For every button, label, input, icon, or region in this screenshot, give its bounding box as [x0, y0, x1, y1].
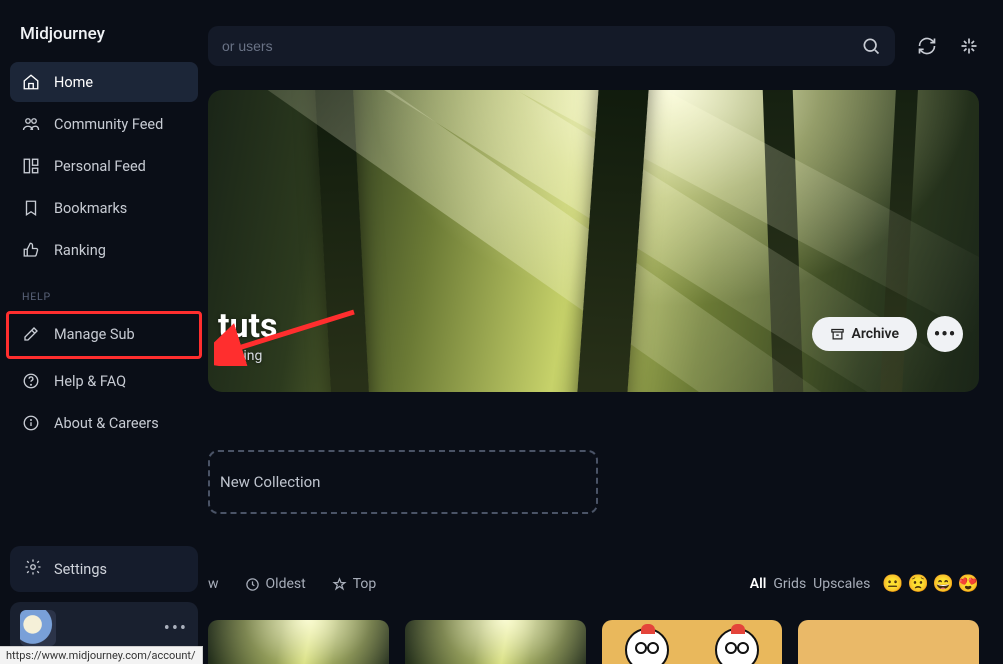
sidebar-item-manage-sub[interactable]: Manage Sub [10, 314, 198, 354]
thumbs-up-icon [22, 241, 40, 259]
refresh-icon[interactable] [917, 36, 937, 56]
sidebar-item-label: Community Feed [54, 116, 163, 133]
sidebar-item-ranking[interactable]: Ranking [10, 230, 198, 270]
gear-icon [24, 558, 42, 580]
profile-name: tuts [218, 306, 278, 346]
sidebar-item-bookmarks[interactable]: Bookmarks [10, 188, 198, 228]
sidebar-item-community[interactable]: Community Feed [10, 104, 198, 144]
filter-new-label: w [208, 576, 219, 592]
main-content: tuts llowing Archive ••• New Collection … [208, 0, 1003, 664]
thumbnail[interactable] [798, 620, 979, 664]
sidebar-item-personal[interactable]: Personal Feed [10, 146, 198, 186]
sidebar-item-label: Home [54, 74, 93, 91]
filter-top[interactable]: Top [332, 576, 377, 592]
sidebar-item-label: About & Careers [54, 415, 159, 432]
community-icon [22, 115, 40, 133]
reaction-happy[interactable]: 😄 [933, 574, 954, 594]
browser-status-bar: https://www.midjourney.com/account/ [0, 646, 203, 664]
annotation-highlight-box: Manage Sub [6, 311, 202, 359]
help-section-label: HELP [10, 272, 198, 309]
sidebar-item-label: Bookmarks [54, 200, 127, 217]
reaction-filters: 😐 😟 😄 😍 [882, 574, 979, 594]
profile-subtitle: llowing [218, 348, 278, 364]
thumbnail-row [208, 620, 979, 664]
search-icon[interactable] [861, 36, 881, 56]
sidebar-item-label: Help & FAQ [54, 373, 126, 390]
settings-label: Settings [54, 561, 107, 578]
filter-oldest[interactable]: Oldest [245, 576, 306, 592]
new-collection-button[interactable]: New Collection [208, 450, 598, 514]
view-toggle: All Grids Upscales [750, 576, 871, 592]
sidebar-item-label: Manage Sub [54, 326, 135, 343]
sidebar-item-label: Personal Feed [54, 158, 146, 175]
info-icon [22, 414, 40, 432]
search-input[interactable] [222, 38, 861, 54]
thumbnail[interactable] [208, 620, 389, 664]
reaction-sad[interactable]: 😟 [907, 574, 928, 594]
sidebar-item-label: Ranking [54, 242, 106, 259]
avatar [20, 610, 56, 646]
sidebar-item-about[interactable]: About & Careers [10, 403, 198, 443]
more-icon[interactable]: ••• [164, 618, 188, 639]
view-all[interactable]: All [750, 576, 767, 592]
sidebar-item-help-faq[interactable]: Help & FAQ [10, 361, 198, 401]
view-upscales[interactable]: Upscales [813, 576, 870, 592]
filter-top-label: Top [353, 576, 377, 592]
filter-row: w Oldest Top All Grids Upscales 😐 😟 😄 😍 [208, 568, 979, 600]
thumbnail[interactable] [602, 620, 783, 664]
archive-button[interactable]: Archive [812, 317, 917, 351]
reaction-love[interactable]: 😍 [958, 574, 979, 594]
bookmark-icon [22, 199, 40, 217]
new-collection-label: New Collection [220, 473, 320, 491]
search-field-wrap[interactable] [208, 26, 895, 66]
sidebar-item-home[interactable]: Home [10, 62, 198, 102]
profile-banner: tuts llowing Archive ••• [208, 90, 979, 392]
sidebar: Midjourney Home Community Feed Personal … [0, 0, 208, 664]
banner-more-button[interactable]: ••• [927, 316, 963, 352]
home-icon [22, 73, 40, 91]
edit-icon [22, 325, 40, 343]
personal-feed-icon [22, 157, 40, 175]
reaction-neutral[interactable]: 😐 [882, 574, 903, 594]
top-bar [208, 26, 979, 66]
brand-title: Midjourney [10, 18, 198, 62]
thumbnail[interactable] [405, 620, 586, 664]
view-grids[interactable]: Grids [773, 576, 806, 592]
help-icon [22, 372, 40, 390]
filter-oldest-label: Oldest [266, 576, 306, 592]
filter-new[interactable]: w [208, 576, 219, 592]
profile-heading-block: tuts llowing [218, 306, 278, 364]
sparkle-icon[interactable] [959, 36, 979, 56]
archive-label: Archive [852, 326, 899, 342]
settings-button[interactable]: Settings [10, 546, 198, 592]
